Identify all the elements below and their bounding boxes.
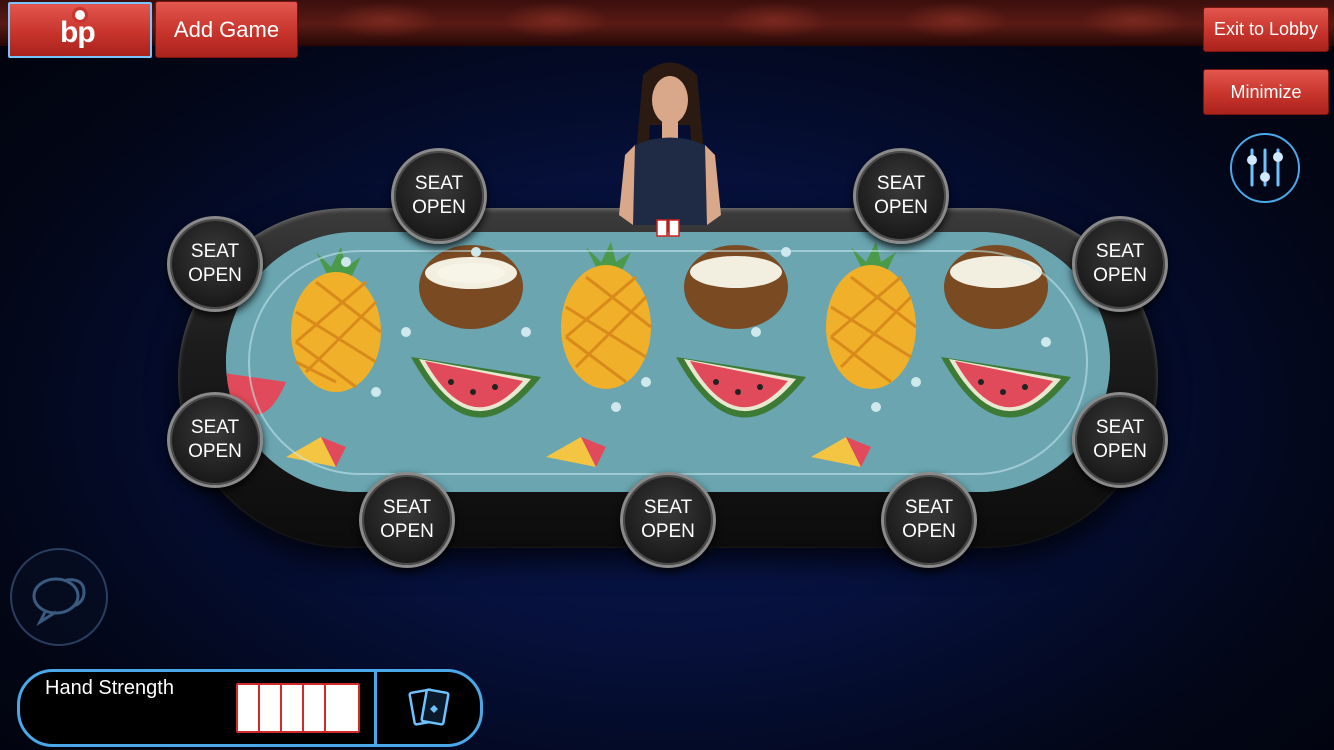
logo-button[interactable]: bp <box>8 2 152 58</box>
ornament <box>900 2 1010 38</box>
seat-open[interactable]: SEAT OPEN <box>853 148 949 244</box>
seat-open[interactable]: SEAT OPEN <box>1072 392 1168 488</box>
settings-button[interactable] <box>1230 133 1300 203</box>
card-back <box>302 683 326 733</box>
ornament <box>330 2 440 38</box>
sliders-icon <box>1247 148 1283 187</box>
ornament <box>1080 2 1190 38</box>
card-back <box>324 683 360 733</box>
seat-open[interactable]: SEAT OPEN <box>167 392 263 488</box>
seat-open[interactable]: SEAT OPEN <box>620 472 716 568</box>
seat-open[interactable]: SEAT OPEN <box>167 216 263 312</box>
dealer-avatar <box>619 62 721 237</box>
felt-line <box>248 250 1088 475</box>
exit-to-lobby-button[interactable]: Exit to Lobby <box>1203 7 1329 52</box>
seat-open[interactable]: SEAT OPEN <box>359 472 455 568</box>
logo-text: bp <box>60 16 96 49</box>
hand-strength-label: Hand Strength <box>45 677 174 699</box>
ornament <box>500 2 610 38</box>
card-back <box>258 683 282 733</box>
ornament <box>720 2 830 38</box>
minimize-button[interactable]: Minimize <box>1203 69 1329 115</box>
divider <box>374 672 377 747</box>
chat-bubble-icon <box>32 577 86 627</box>
cards-icon[interactable] <box>408 683 452 731</box>
seat-open[interactable]: SEAT OPEN <box>391 148 487 244</box>
add-game-button[interactable]: Add Game <box>155 1 298 58</box>
card-back <box>280 683 304 733</box>
seat-open[interactable]: SEAT OPEN <box>1072 216 1168 312</box>
chat-button[interactable] <box>10 548 108 646</box>
seat-open[interactable]: SEAT OPEN <box>881 472 977 568</box>
card-back <box>236 683 260 733</box>
